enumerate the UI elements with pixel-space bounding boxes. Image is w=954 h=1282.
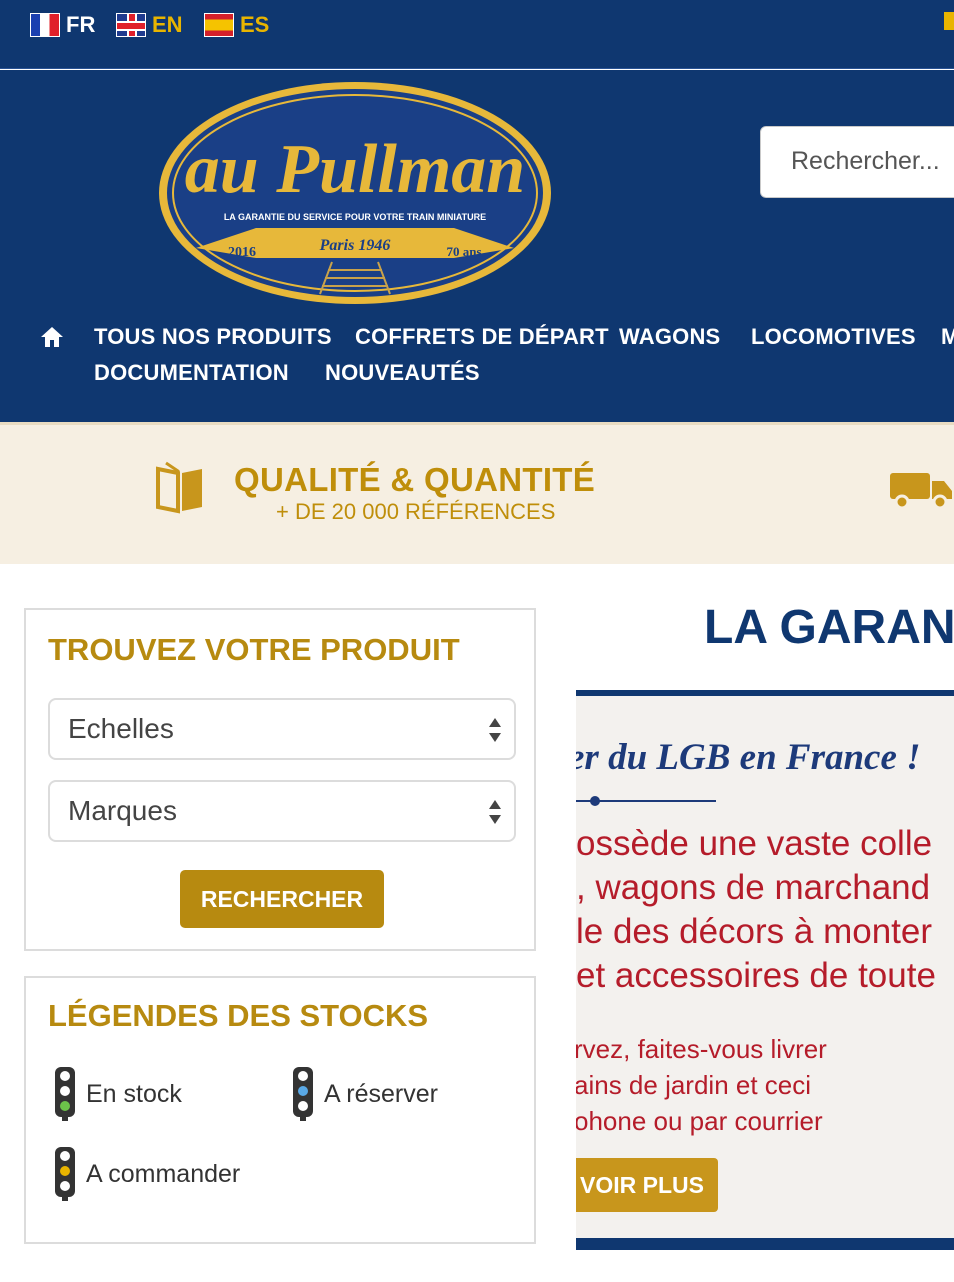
traffic-light-blue-icon	[293, 1067, 313, 1121]
nav-item-truncated[interactable]: M	[941, 324, 954, 350]
promo-line: et accessoires de toute	[576, 956, 936, 995]
select-arrows-icon	[489, 718, 501, 742]
promo-line: , wagons de marchand	[576, 868, 931, 907]
language-en[interactable]: EN	[116, 12, 183, 38]
page-title: LA GARANT	[704, 601, 954, 654]
nav-wagons[interactable]: WAGONS	[619, 324, 720, 350]
nav-documentation[interactable]: DOCUMENTATION	[94, 360, 289, 386]
language-bar: FR EN ES	[0, 0, 954, 69]
logo-tagline: LA GARANTIE DU SERVICE POUR VOTRE TRAIN …	[224, 212, 486, 222]
nav-tous-nos-produits[interactable]: TOUS NOS PRODUITS	[94, 324, 332, 350]
legend-item-to-order: A commander	[54, 1146, 240, 1202]
legend-item-in-stock: En stock	[54, 1066, 182, 1122]
brand-select[interactable]: Marques	[48, 780, 516, 842]
product-finder: TROUVEZ VOTRE PRODUIT Echelles Marques R…	[24, 608, 536, 951]
reassurance-strip: QUALITÉ & QUANTITÉ + DE 20 000 RÉFÉRENCE…	[0, 422, 954, 564]
spain-flag-icon	[204, 13, 234, 37]
legend-label-to-reserve: A réserver	[324, 1079, 438, 1108]
nav-coffrets-de-depart[interactable]: COFFRETS DE DÉPART	[355, 324, 609, 350]
nav-locomotives[interactable]: LOCOMOTIVES	[751, 324, 916, 350]
legend-title: LÉGENDES DES STOCKS	[48, 998, 429, 1033]
logo-anniversary: 70 ans	[446, 244, 481, 259]
language-fr[interactable]: FR	[30, 12, 95, 38]
language-es-label: ES	[240, 12, 270, 37]
promo-small-line: ohone ou par courrier	[576, 1106, 823, 1136]
logo-since: Paris 1946	[319, 237, 391, 254]
promo-small-line: rvez, faites-vous livrer	[576, 1034, 827, 1064]
uk-flag-icon	[116, 13, 146, 37]
language-fr-label: FR	[66, 12, 96, 37]
promo-small-line: ains de jardin et ceci	[576, 1070, 812, 1100]
strip-title: QUALITÉ & QUANTITÉ	[234, 461, 596, 498]
nav-nouveautes[interactable]: NOUVEAUTÉS	[325, 360, 480, 386]
voir-plus-button[interactable]: VOIR PLUS	[576, 1158, 718, 1212]
promo-heading: er du LGB en France !	[576, 737, 921, 778]
promo-divider-dot	[590, 796, 600, 806]
france-flag-icon	[30, 13, 60, 37]
promo-banner[interactable]: er du LGB en France ! ossède une vaste c…	[576, 690, 954, 1250]
language-en-label: EN	[152, 12, 183, 37]
account-icon[interactable]	[944, 12, 954, 30]
finder-title: TROUVEZ VOTRE PRODUIT	[48, 632, 460, 667]
legend-item-to-reserve: A réserver	[292, 1066, 438, 1122]
site-header: au Pullman LA GARANTIE DU SERVICE POUR V…	[0, 70, 954, 422]
catalog-book-icon	[156, 461, 202, 514]
au-pullman-logo[interactable]: au Pullman LA GARANTIE DU SERVICE POUR V…	[156, 80, 554, 306]
logo-year: 2016	[228, 245, 256, 260]
scale-select[interactable]: Echelles	[48, 698, 516, 760]
brand-select-value: Marques	[68, 795, 177, 826]
search-button[interactable]: RECHERCHER	[180, 870, 384, 928]
home-icon[interactable]	[40, 326, 64, 348]
legend-label-to-order: A commander	[86, 1159, 241, 1188]
legend-label-in-stock: En stock	[86, 1079, 182, 1108]
search-input[interactable]: Rechercher...	[760, 126, 954, 198]
logo-brand: au Pullman	[185, 131, 525, 208]
promo-line: le des décors à monter	[576, 912, 933, 951]
promo-line: ossède une vaste colle	[576, 824, 933, 863]
delivery-truck-icon	[890, 473, 952, 510]
language-es[interactable]: ES	[204, 12, 269, 38]
scale-select-value: Echelles	[68, 713, 174, 744]
traffic-light-yellow-icon	[55, 1147, 75, 1201]
select-arrows-icon	[489, 800, 501, 824]
strip-subtitle: + DE 20 000 RÉFÉRENCES	[276, 499, 556, 524]
traffic-light-green-icon	[55, 1067, 75, 1121]
stock-legend: LÉGENDES DES STOCKS En stock A réserver …	[24, 976, 536, 1244]
